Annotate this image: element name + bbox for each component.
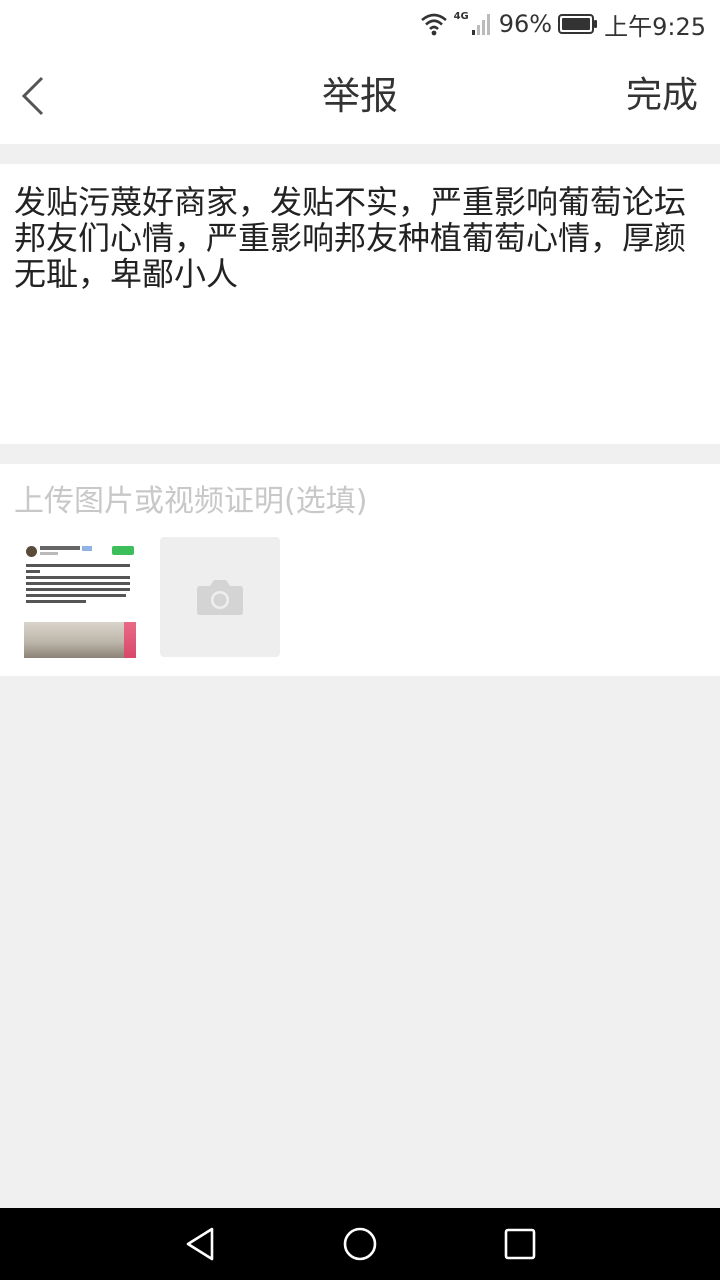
upload-hint: 上传图片或视频证明(选填) bbox=[14, 484, 368, 519]
thumbnail-text-line bbox=[40, 546, 80, 550]
thumbnail-text-line bbox=[26, 582, 130, 585]
thumbnail-text-line bbox=[26, 594, 126, 597]
status-bar: 4G 96% 上午9:25 bbox=[0, 0, 720, 48]
thumbnail-photo bbox=[24, 622, 136, 658]
thumbnail-avatar bbox=[26, 546, 37, 557]
thumbnail-text-line bbox=[26, 588, 130, 591]
triangle-back-icon bbox=[186, 1227, 214, 1261]
done-button[interactable]: 完成 bbox=[626, 72, 698, 120]
add-photo-button[interactable] bbox=[160, 537, 280, 657]
wifi-icon bbox=[420, 13, 447, 36]
nav-back-button[interactable] bbox=[178, 1222, 222, 1266]
report-text: 发贴污蔑好商家，发贴不实，严重影响葡萄论坛邦友们心情，严重影响邦友种植葡萄心情，… bbox=[14, 183, 687, 293]
title-bar: 举报 完成 bbox=[0, 48, 720, 144]
camera-icon bbox=[197, 580, 243, 615]
status-icons: 4G 96% 上午9:25 bbox=[420, 8, 706, 41]
network-type-label: 4G bbox=[453, 10, 469, 22]
system-nav-bar bbox=[0, 1208, 720, 1280]
clock: 上午9:25 bbox=[604, 12, 706, 41]
page-title: 举报 bbox=[321, 74, 398, 118]
circle-home-icon bbox=[343, 1227, 377, 1261]
thumbnail-text-line bbox=[26, 600, 86, 603]
thumbnail-text-line bbox=[26, 564, 130, 567]
thumbnail-text-line bbox=[26, 570, 40, 573]
battery-icon bbox=[558, 14, 598, 34]
uploaded-image-thumbnail[interactable] bbox=[24, 540, 136, 658]
nav-recents-button[interactable] bbox=[498, 1222, 542, 1266]
square-recents-icon bbox=[504, 1228, 536, 1260]
thumbnail-tag bbox=[82, 546, 92, 551]
thumbnail-text-line bbox=[26, 576, 130, 579]
thumbnail-photo-detail bbox=[124, 622, 136, 658]
thumbnail-text-line bbox=[40, 552, 58, 555]
report-text-area[interactable]: 发贴污蔑好商家，发贴不实，严重影响葡萄论坛邦友们心情，严重影响邦友种植葡萄心情，… bbox=[0, 164, 720, 444]
nav-home-button[interactable] bbox=[338, 1222, 382, 1266]
battery-percentage: 96% bbox=[498, 10, 553, 38]
upload-section: 上传图片或视频证明(选填) bbox=[0, 464, 720, 676]
report-screen: 4G 96% 上午9:25 举报 完成 发贴污蔑好商家，发贴不实，严重影响葡萄论… bbox=[0, 0, 720, 1280]
signal-icon bbox=[471, 14, 490, 35]
thumbnail-follow-badge bbox=[112, 546, 134, 555]
